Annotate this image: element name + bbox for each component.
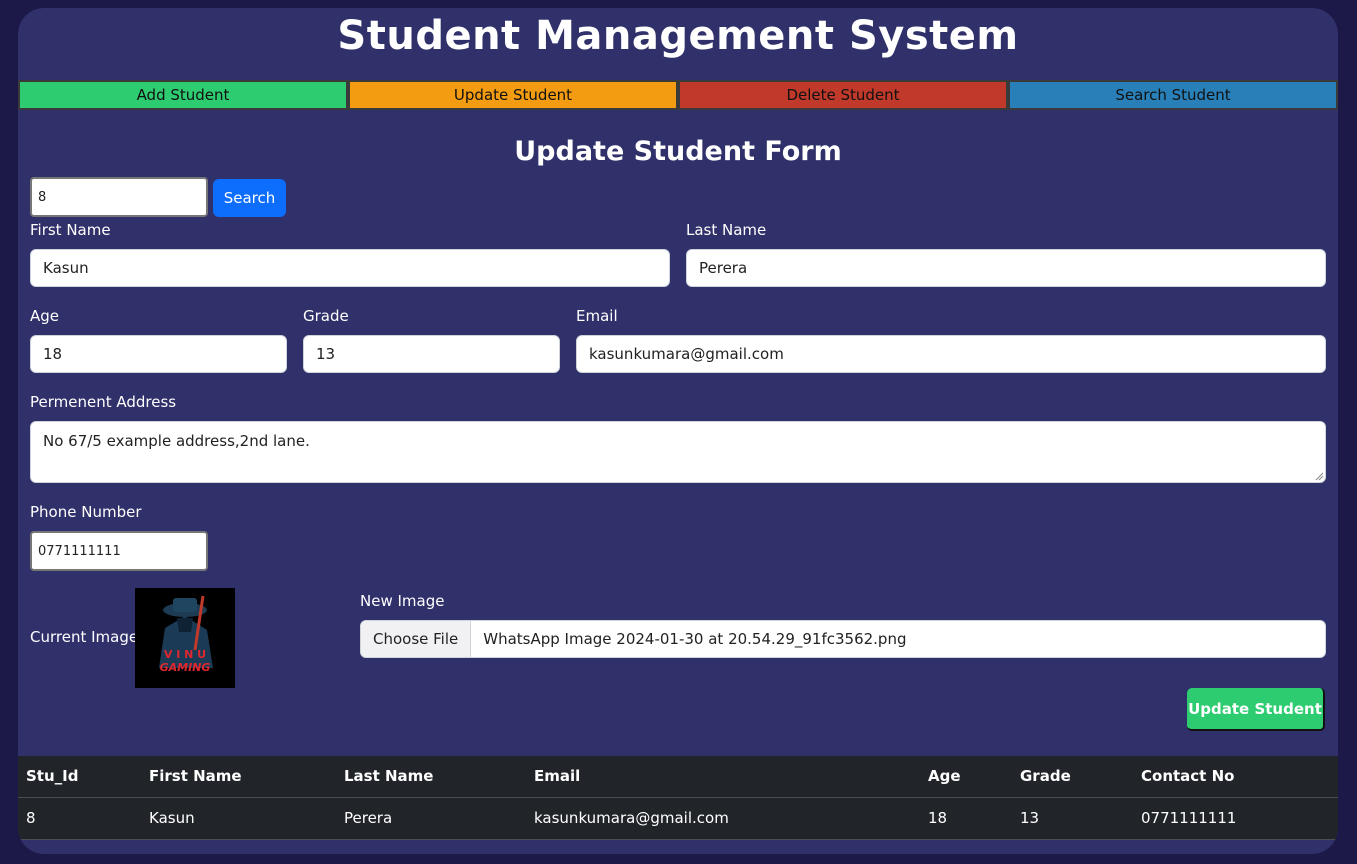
selected-file-name: WhatsApp Image 2024-01-30 at 20.54.29_91… [483,630,907,648]
grade-label: Grade [303,307,349,325]
cell-last-name: Perera [344,809,393,827]
update-student-button[interactable]: Update Student [1187,688,1325,731]
column-header-grade: Grade [1020,767,1071,785]
form-title: Update Student Form [514,136,842,167]
cell-first-name: Kasun [149,809,195,827]
resize-handle-icon[interactable] [1314,471,1324,481]
cell-email: kasunkumara@gmail.com [534,809,729,827]
gaming-logo-icon: V I N U GAMING [135,588,235,688]
table-row[interactable]: 8 Kasun Perera kasunkumara@gmail.com 18 … [18,798,1338,840]
column-header-email: Email [534,767,581,785]
cell-contact-no: 0771111111 [1141,809,1237,827]
student-id-search-input[interactable]: 8 [30,177,208,217]
app-container: Student Management System Add Student Up… [18,8,1338,854]
cell-age: 18 [928,809,948,827]
email-input[interactable]: kasunkumara@gmail.com [576,335,1326,373]
students-table: Stu_Id First Name Last Name Email Age Gr… [18,756,1338,840]
cell-stu-id: 8 [26,809,36,827]
last-name-label: Last Name [686,221,767,239]
nav-add-student-button[interactable]: Add Student [18,80,348,110]
choose-file-button[interactable]: Choose File [361,621,472,657]
nav-bar: Add Student Update Student Delete Studen… [18,80,1338,110]
first-name-input[interactable]: Kasun [30,249,670,287]
email-label: Email [576,307,618,325]
current-image-label: Current Image [30,628,139,646]
grade-input[interactable]: 13 [303,335,560,373]
svg-text:V I N U: V I N U [164,648,206,661]
phone-input[interactable]: 0771111111 [30,531,208,571]
search-button[interactable]: Search [213,179,286,217]
age-input[interactable]: 18 [30,335,287,373]
table-header-row: Stu_Id First Name Last Name Email Age Gr… [18,756,1338,798]
column-header-last-name: Last Name [344,767,434,785]
age-label: Age [30,307,60,325]
column-header-stu-id: Stu_Id [26,767,79,785]
new-image-file-input[interactable]: Choose File WhatsApp Image 2024-01-30 at… [360,620,1326,658]
nav-delete-student-button[interactable]: Delete Student [678,80,1008,110]
address-label: Permenent Address [30,393,177,411]
column-header-contact-no: Contact No [1141,767,1235,785]
app-title: Student Management System [337,13,1019,59]
column-header-first-name: First Name [149,767,242,785]
first-name-label: First Name [30,221,111,239]
column-header-age: Age [928,767,961,785]
cell-grade: 13 [1020,809,1040,827]
svg-text:GAMING: GAMING [160,661,211,674]
address-textarea[interactable]: No 67/5 example address,2nd lane. [30,421,1326,483]
nav-update-student-button[interactable]: Update Student [348,80,678,110]
new-image-label: New Image [360,592,445,610]
phone-label: Phone Number [30,503,142,521]
nav-search-student-button[interactable]: Search Student [1008,80,1338,110]
last-name-input[interactable]: Perera [686,249,1326,287]
current-image-thumbnail: V I N U GAMING [135,588,235,688]
